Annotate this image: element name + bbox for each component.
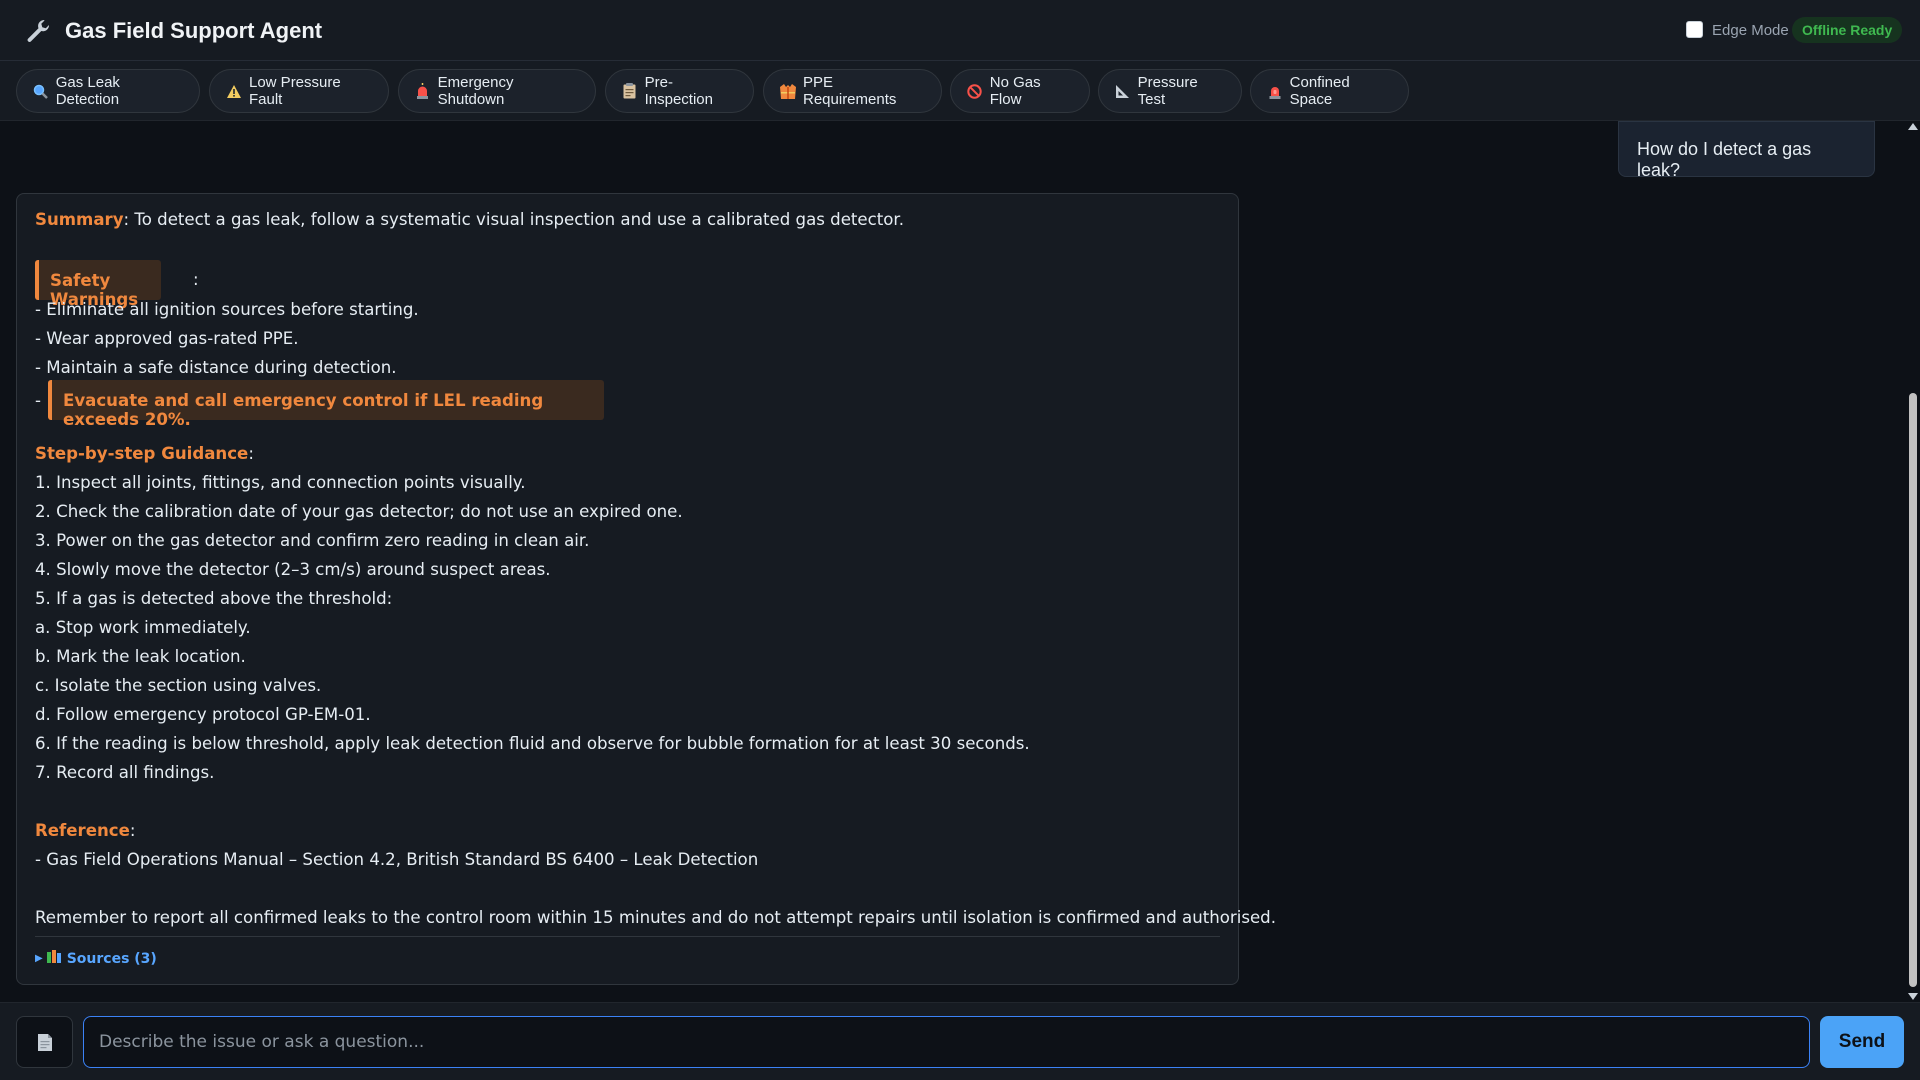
assistant-message: Summary: To detect a gas leak, follow a … (16, 193, 1276, 985)
chip-pre-inspection[interactable]: Pre-Inspection (605, 69, 754, 113)
step-item: d. Follow emergency protocol GP-EM-01. (35, 705, 371, 724)
step-item: 3. Power on the gas detector and confirm… (35, 531, 590, 550)
safety-warnings-heading: Safety Warnings (35, 260, 161, 309)
divider (35, 936, 1220, 937)
chip-emergency-shutdown[interactable]: Emergency Shutdown (398, 69, 596, 113)
no-entry-icon (967, 83, 983, 99)
app-header: Gas Field Support Agent Edge Mode Offlin… (0, 0, 1920, 61)
chip-label: PPE Requirements (803, 74, 897, 108)
warning-item: - Maintain a safe distance during detect… (35, 358, 397, 377)
reference-colon: : (129, 821, 136, 840)
attach-document-button[interactable] (16, 1016, 73, 1068)
safety-warnings-colon: : (193, 270, 199, 289)
chip-label: Gas Leak Detection (55, 74, 120, 108)
step-item: b. Mark the leak location. (35, 647, 246, 666)
step-item: 1. Inspect all joints, fittings, and con… (35, 473, 526, 492)
closing-text: Remember to report all confirmed leaks t… (35, 908, 1276, 927)
step-item: a. Stop work immediately. (35, 618, 251, 637)
scroll-up-arrow-icon[interactable] (1908, 123, 1918, 130)
chip-label: Emergency Shutdown (437, 74, 514, 108)
chip-low-pressure-fault[interactable]: Low Pressure Fault (209, 69, 389, 113)
clipboard-icon (622, 83, 638, 99)
step-item: 4. Slowly move the detector (2–3 cm/s) a… (35, 560, 551, 579)
chip-label: Pressure Test (1137, 74, 1198, 108)
reference-heading-line: Reference: (35, 821, 135, 840)
books-icon (46, 950, 61, 967)
send-button[interactable]: Send (1820, 1016, 1904, 1068)
summary-text: : To detect a gas leak, follow a systema… (123, 210, 904, 229)
chip-confined-space[interactable]: Confined Space (1250, 69, 1409, 113)
status-badge: Offline Ready (1792, 17, 1903, 43)
chip-pressure-test[interactable]: Pressure Test (1098, 69, 1242, 113)
user-message: How do I detect a gas leak? (1618, 121, 1875, 180)
step-item: 2. Check the calibration date of your ga… (35, 502, 683, 521)
quick-actions-bar: Gas Leak Detection Low Pressure Fault Em… (0, 61, 1920, 121)
warning-icon (226, 83, 242, 99)
summary-line: Summary: To detect a gas leak, follow a … (35, 210, 904, 229)
triangle-right-icon: ▶ (35, 953, 43, 964)
alarm-light-icon (1267, 83, 1283, 99)
message-input[interactable] (83, 1016, 1810, 1068)
chat-area: How do I detect a gas leak? Summary: To … (0, 121, 1906, 1002)
sources-label: Sources (3) (66, 950, 157, 967)
document-icon (37, 1033, 52, 1051)
critical-warning: Evacuate and call emergency control if L… (48, 380, 604, 429)
app-title: Gas Field Support Agent (65, 18, 323, 43)
magnifier-icon (33, 83, 49, 99)
step-item: 5. If a gas is detected above the thresh… (35, 589, 393, 608)
chip-gas-leak-detection[interactable]: Gas Leak Detection (16, 69, 200, 113)
triangle-ruler-icon (1115, 83, 1131, 99)
summary-heading: Summary (35, 210, 124, 229)
warning-item: - Wear approved gas-rated PPE. (35, 329, 299, 348)
scroll-down-arrow-icon[interactable] (1908, 993, 1918, 1000)
steps-colon: : (248, 444, 254, 463)
chat-scrollbar[interactable] (1906, 121, 1920, 1002)
wrench-icon (27, 20, 50, 42)
chip-ppe-requirements[interactable]: PPE Requirements (763, 69, 942, 113)
reference-heading: Reference (35, 821, 130, 840)
chip-label: No Gas Flow (989, 74, 1041, 108)
safety-vest-icon (780, 83, 796, 99)
warning-item: - Eliminate all ignition sources before … (35, 300, 419, 319)
siren-icon (415, 83, 431, 99)
chip-label: Pre-Inspection (644, 74, 713, 108)
chip-label: Confined Space (1289, 74, 1350, 108)
edge-mode-label[interactable]: Edge Mode (1712, 22, 1789, 39)
chip-label: Low Pressure Fault (249, 74, 341, 108)
critical-warning-dash: - (35, 391, 41, 410)
composer: Send (0, 1002, 1920, 1080)
chip-no-gas-flow[interactable]: No Gas Flow (950, 69, 1090, 113)
reference-text: - Gas Field Operations Manual – Section … (35, 850, 759, 869)
step-item: 6. If the reading is below threshold, ap… (35, 734, 1030, 753)
step-item: 7. Record all findings. (35, 763, 215, 782)
steps-heading: Step-by-step Guidance (35, 444, 249, 463)
sources-toggle[interactable]: ▶ Sources (3) (35, 950, 157, 967)
scrollbar-thumb[interactable] (1909, 393, 1917, 987)
edge-mode-checkbox[interactable] (1686, 21, 1703, 38)
steps-heading-line: Step-by-step Guidance: (35, 444, 254, 463)
step-item: c. Isolate the section using valves. (35, 676, 322, 695)
